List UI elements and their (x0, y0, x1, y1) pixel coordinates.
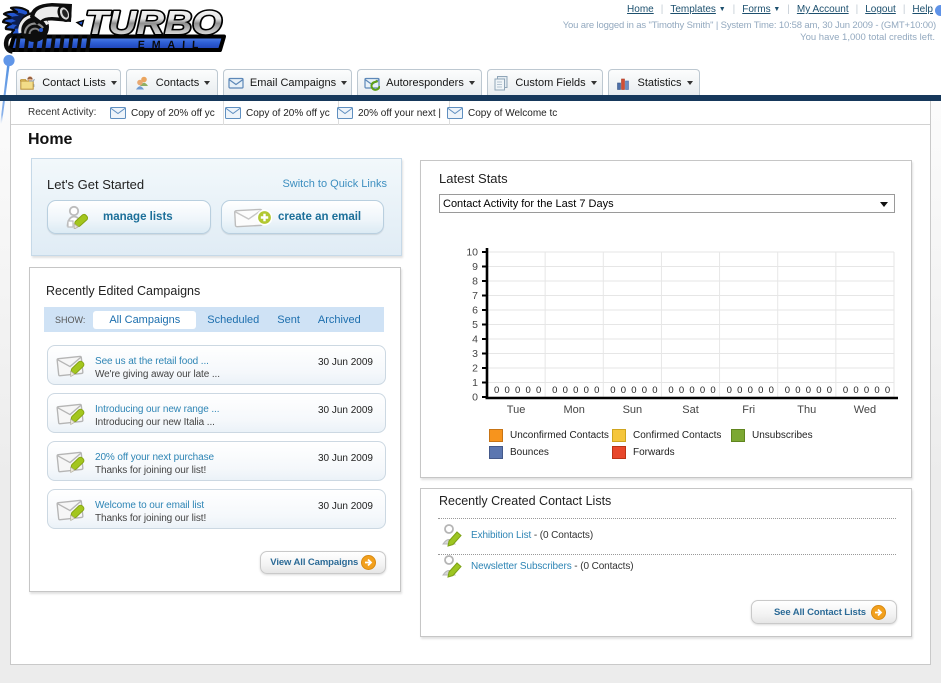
svg-text:0: 0 (652, 385, 657, 396)
svg-text:0: 0 (610, 385, 615, 396)
svg-text:8: 8 (472, 276, 478, 288)
svg-text:0: 0 (668, 385, 673, 396)
svg-text:7: 7 (472, 290, 478, 302)
svg-text:0: 0 (505, 385, 510, 396)
svg-text:5: 5 (472, 319, 478, 331)
svg-text:10: 10 (466, 247, 478, 259)
svg-text:0: 0 (642, 385, 647, 396)
svg-text:TURBO: TURBO (85, 4, 222, 41)
svg-text:0: 0 (631, 385, 636, 396)
svg-text:4: 4 (472, 334, 478, 346)
svg-text:0: 0 (515, 385, 520, 396)
svg-text:2: 2 (472, 363, 478, 375)
svg-text:0: 0 (827, 385, 832, 396)
svg-text:0: 0 (758, 385, 763, 396)
svg-text:0: 0 (737, 385, 742, 396)
svg-text:0: 0 (843, 385, 848, 396)
svg-text:9: 9 (472, 261, 478, 273)
svg-text:0: 0 (679, 385, 684, 396)
svg-text:0: 0 (526, 385, 531, 396)
svg-text:0: 0 (769, 385, 774, 396)
svg-text:0: 0 (710, 385, 715, 396)
svg-text:0: 0 (864, 385, 869, 396)
svg-text:0: 0 (806, 385, 811, 396)
svg-text:0: 0 (785, 385, 790, 396)
svg-text:6: 6 (472, 305, 478, 317)
svg-text:0: 0 (727, 385, 732, 396)
svg-text:0: 0 (689, 385, 694, 396)
svg-text:0: 0 (494, 385, 499, 396)
svg-text:Thu: Thu (797, 404, 816, 416)
svg-text:0: 0 (584, 385, 589, 396)
svg-text:0: 0 (536, 385, 541, 396)
svg-text:Sat: Sat (682, 404, 699, 416)
svg-text:Fri: Fri (742, 404, 755, 416)
svg-text:1: 1 (472, 377, 478, 389)
svg-text:Sun: Sun (623, 404, 643, 416)
svg-text:0: 0 (816, 385, 821, 396)
svg-text:Tue: Tue (507, 404, 526, 416)
svg-text:0: 0 (594, 385, 599, 396)
svg-text:0: 0 (795, 385, 800, 396)
svg-text:Mon: Mon (564, 404, 585, 416)
svg-text:0: 0 (853, 385, 858, 396)
svg-text:0: 0 (472, 392, 478, 404)
svg-text:0: 0 (874, 385, 879, 396)
svg-text:0: 0 (621, 385, 626, 396)
svg-text:0: 0 (885, 385, 890, 396)
svg-text:0: 0 (748, 385, 753, 396)
svg-text:0: 0 (563, 385, 568, 396)
svg-text:0: 0 (552, 385, 557, 396)
svg-text:3: 3 (472, 348, 478, 360)
svg-text:0: 0 (573, 385, 578, 396)
svg-text:Wed: Wed (854, 404, 876, 416)
svg-text:0: 0 (700, 385, 705, 396)
